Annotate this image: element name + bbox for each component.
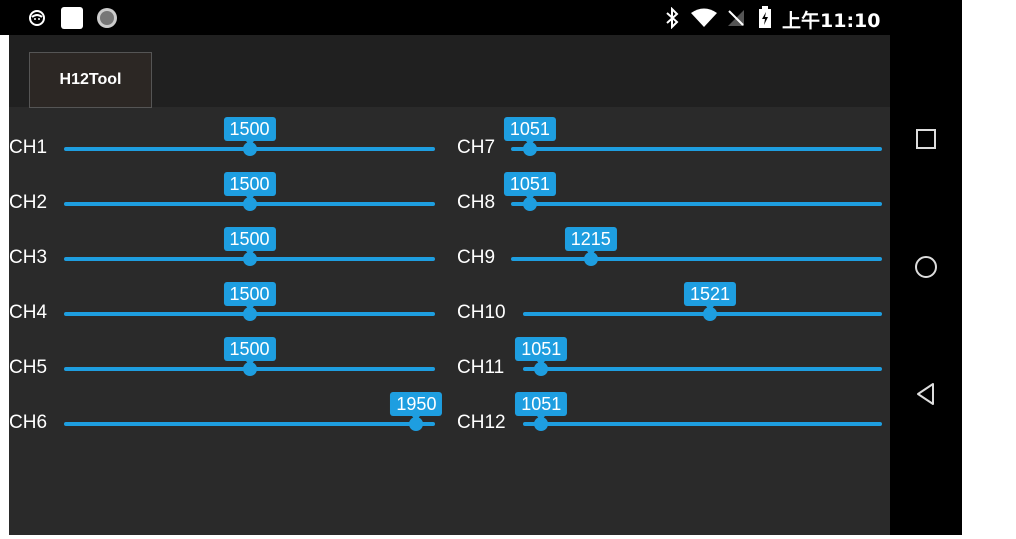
channel-row: CH9 1215 <box>9 227 890 273</box>
channel-label: CH10 <box>457 302 506 323</box>
channel-value-bubble: 1051 <box>503 117 556 146</box>
face-icon <box>28 9 46 31</box>
wifi-icon <box>690 8 718 32</box>
channel-row: CH8 1051 <box>9 172 890 218</box>
channel-label: CH11 <box>457 357 505 378</box>
channel-row: CH10 1521 <box>9 282 890 328</box>
channel-value-bubble: 1215 <box>564 227 617 256</box>
home-circle-icon[interactable] <box>906 247 946 287</box>
back-triangle-icon[interactable] <box>906 374 946 414</box>
channel-slider-track[interactable] <box>523 422 882 426</box>
status-bar: 上午11:10 <box>0 0 962 35</box>
app-window: H12Tool CH1 1500 CH2 1500 CH3 1500 CH4 1500 CH5 1… <box>9 35 890 535</box>
channel-slider-track[interactable] <box>523 367 882 371</box>
channel-value-bubble: 1051 <box>515 337 568 366</box>
square-app-icon <box>60 6 84 34</box>
channel-label: CH7 <box>457 137 496 158</box>
channel-slider-track[interactable] <box>511 202 882 206</box>
channel-row: CH12 1051 <box>9 392 890 438</box>
channel-slider-track[interactable] <box>511 147 882 151</box>
channel-label: CH8 <box>457 192 496 213</box>
channel-value-bubble: 1521 <box>684 282 737 311</box>
channel-label: CH12 <box>457 412 506 433</box>
circle-app-icon <box>96 7 118 33</box>
channel-row: CH11 1051 <box>9 337 890 383</box>
app-title[interactable]: H12Tool <box>29 52 152 108</box>
channel-row: CH7 1051 <box>9 117 890 163</box>
channel-slider-track[interactable] <box>511 257 882 261</box>
battery-charging-icon <box>758 5 772 33</box>
status-clock: 上午11:10 <box>782 10 881 32</box>
app-toolbar: H12Tool <box>9 35 890 108</box>
no-signal-icon <box>726 8 746 32</box>
channel-value-bubble: 1051 <box>515 392 568 421</box>
channel-value-bubble: 1051 <box>503 172 556 201</box>
bluetooth-icon <box>664 6 680 33</box>
channel-label: CH9 <box>457 247 496 268</box>
recents-square-icon[interactable] <box>906 119 946 159</box>
navigation-bar <box>890 35 962 535</box>
